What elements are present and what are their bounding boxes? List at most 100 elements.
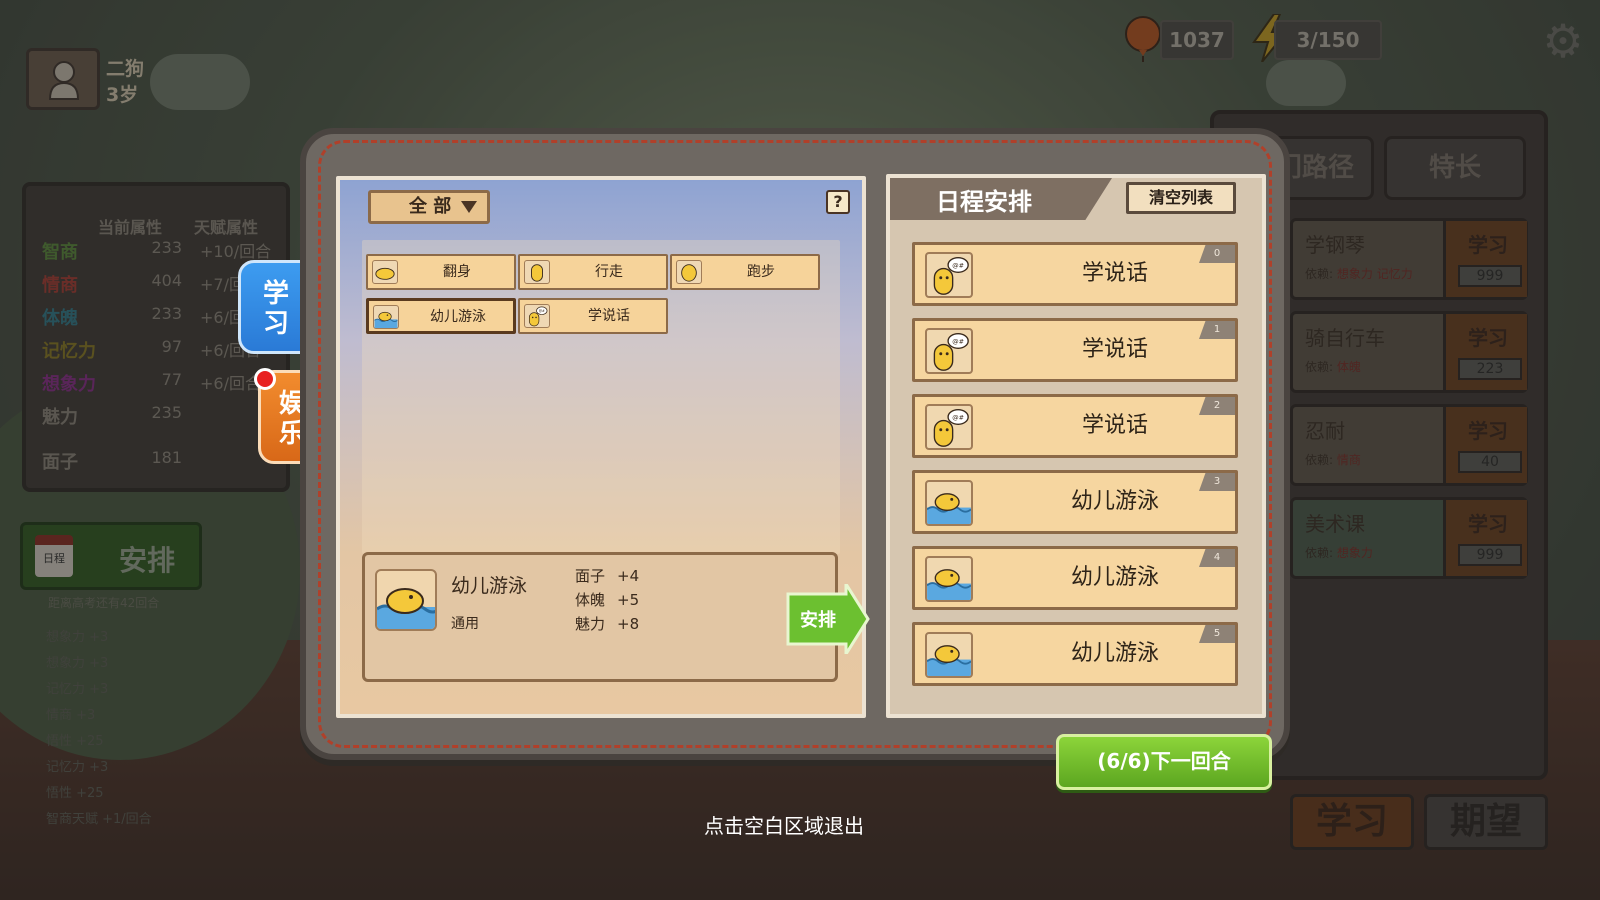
learn-button[interactable]: 学习 999: [1443, 500, 1527, 576]
exit-hint: 点击空白区域退出: [704, 814, 864, 838]
chevron-down-icon: [461, 201, 477, 213]
stat-row: 面子 181: [42, 448, 282, 473]
activity-item[interactable]: 幼儿游泳: [366, 298, 516, 334]
swimming-chick-icon: [925, 556, 973, 602]
stat-row: 想象力 77 +6/回合: [42, 370, 282, 395]
skill-title: 美术课: [1305, 512, 1365, 536]
swimming-chick-icon: [373, 305, 399, 329]
arrange-label: 安排: [119, 544, 176, 577]
activity-item[interactable]: 行走: [518, 254, 668, 290]
learn-cost: 999: [1458, 265, 1522, 287]
next-round-button[interactable]: (6/6)下一回合: [1056, 734, 1272, 790]
learn-button[interactable]: 学习 223: [1443, 314, 1527, 390]
avatar[interactable]: [26, 48, 100, 110]
stat-row: 智商 233 +10/回合: [42, 238, 282, 263]
log-line: 记忆力 +3: [46, 682, 109, 697]
effect-line: 体魄 +5: [575, 591, 640, 609]
stats-header-current: 当前属性: [98, 218, 163, 237]
svg-text:@#: @#: [952, 414, 964, 422]
skill-dependency: 依赖: 情商: [1305, 453, 1361, 467]
skill-card[interactable]: 骑自行车 依赖: 体魄 学习 223: [1290, 311, 1528, 393]
activity-detail: 幼儿游泳 通用 面子 +4 体魄 +5 魅力 +8: [362, 552, 838, 682]
schedule-slot[interactable]: 幼儿游泳 5: [912, 622, 1238, 686]
skill-title: 骑自行车: [1305, 326, 1385, 350]
background-cloud: [150, 54, 250, 110]
learn-cost: 999: [1458, 544, 1522, 566]
skill-dependency: 依赖: 想象力: [1305, 546, 1373, 560]
learn-button[interactable]: 学习 40: [1443, 407, 1527, 483]
skill-card[interactable]: 忍耐 依赖: 情商 学习 40: [1290, 404, 1528, 486]
slot-label: 幼儿游泳: [1070, 641, 1159, 666]
log-line: 记忆力 +3: [46, 760, 109, 775]
schedule-title: 日程安排: [936, 188, 1032, 216]
stat-value: 404: [151, 271, 182, 290]
stat-value: 97: [161, 337, 182, 356]
skill-dependency: 依赖: 想象力 记忆力: [1305, 267, 1413, 281]
stat-name: 情商: [42, 275, 78, 296]
help-button[interactable]: ?: [826, 190, 850, 214]
player-name: 二狗: [106, 58, 145, 80]
rolling-chick-icon: [372, 260, 398, 284]
skill-title: 学钢琴: [1305, 233, 1365, 257]
activity-name: 幼儿游泳: [451, 575, 528, 597]
person-icon: [48, 61, 80, 100]
stat-name: 智商: [42, 242, 78, 263]
log-line: 情商 +3: [46, 708, 96, 723]
slot-label: 学说话: [1081, 261, 1148, 286]
gear-icon[interactable]: ⚙: [1540, 18, 1586, 64]
calendar-icon: 日程: [35, 535, 73, 577]
stat-name: 想象力: [42, 374, 96, 395]
category-filter-dropdown[interactable]: 全 部: [368, 190, 490, 224]
schedule-slot[interactable]: @# 学说话 2: [912, 394, 1238, 458]
stat-name: 体魄: [42, 308, 78, 329]
skill-card[interactable]: 学钢琴 依赖: 想象力 记忆力 学习 999: [1290, 218, 1528, 300]
activity-item[interactable]: 跑步: [670, 254, 820, 290]
stat-name: 面子: [42, 452, 78, 473]
activity-label: 跑步: [747, 264, 775, 280]
slot-label: 幼儿游泳: [1070, 565, 1159, 590]
arrange-activity-button[interactable]: 安排: [786, 578, 870, 660]
swimming-chick-icon: [925, 632, 973, 678]
skill-card[interactable]: 美术课 依赖: 想象力 学习 999: [1290, 497, 1528, 579]
arrange-activity-label: 安排: [800, 610, 836, 631]
effect-line: 魅力 +8: [575, 615, 640, 633]
player-age: 3岁: [106, 84, 139, 106]
stat-value: 181: [151, 448, 182, 467]
slot-label: 学说话: [1081, 413, 1148, 438]
arrange-schedule-button[interactable]: 日程 安排: [20, 522, 202, 590]
swimming-chick-icon: [925, 480, 973, 526]
schedule-slot[interactable]: @# 学说话 1: [912, 318, 1238, 382]
stat-name: 记忆力: [42, 341, 96, 362]
activity-item[interactable]: 翻身: [366, 254, 516, 290]
tab-specialty[interactable]: 特长: [1384, 136, 1526, 200]
stat-bonus: +6/回合: [200, 374, 261, 393]
talking-chick-icon: @#: [925, 252, 973, 298]
clear-list-button[interactable]: 清空列表: [1126, 182, 1236, 214]
svg-text:@#: @#: [952, 262, 964, 270]
learn-cost: 223: [1458, 358, 1522, 380]
schedule-slot[interactable]: 幼儿游泳 4: [912, 546, 1238, 610]
running-chick-icon: [676, 260, 702, 284]
learn-label: 学习: [1468, 419, 1508, 443]
activity-item[interactable]: @# 学说话: [518, 298, 668, 334]
stat-value: 233: [151, 238, 182, 257]
schedule-slot[interactable]: 幼儿游泳 3: [912, 470, 1238, 534]
slot-label: 学说话: [1081, 337, 1148, 362]
skill-dependency: 依赖: 体魄: [1305, 360, 1361, 374]
schedule-slot[interactable]: @# 学说话 0: [912, 242, 1238, 306]
learn-label: 学习: [1468, 326, 1508, 350]
activity-tag: 通用: [451, 616, 479, 632]
activity-label: 行走: [595, 264, 623, 280]
tab-study-label: 学 习: [262, 279, 289, 339]
schedule-header: 日程安排: [890, 178, 1112, 220]
stat-value: 235: [151, 403, 182, 422]
log-line: 悟性 +25: [46, 786, 104, 801]
learn-label: 学习: [1468, 233, 1508, 257]
log-line: 想象力 +3: [46, 630, 109, 645]
learn-button[interactable]: 学习 999: [1443, 221, 1527, 297]
stat-bonus: +10/回合: [200, 242, 272, 261]
walking-chick-icon: [524, 260, 550, 284]
balloon-icon: [1125, 16, 1161, 62]
background-cloud: [1266, 60, 1346, 106]
stat-value: 233: [151, 304, 182, 323]
